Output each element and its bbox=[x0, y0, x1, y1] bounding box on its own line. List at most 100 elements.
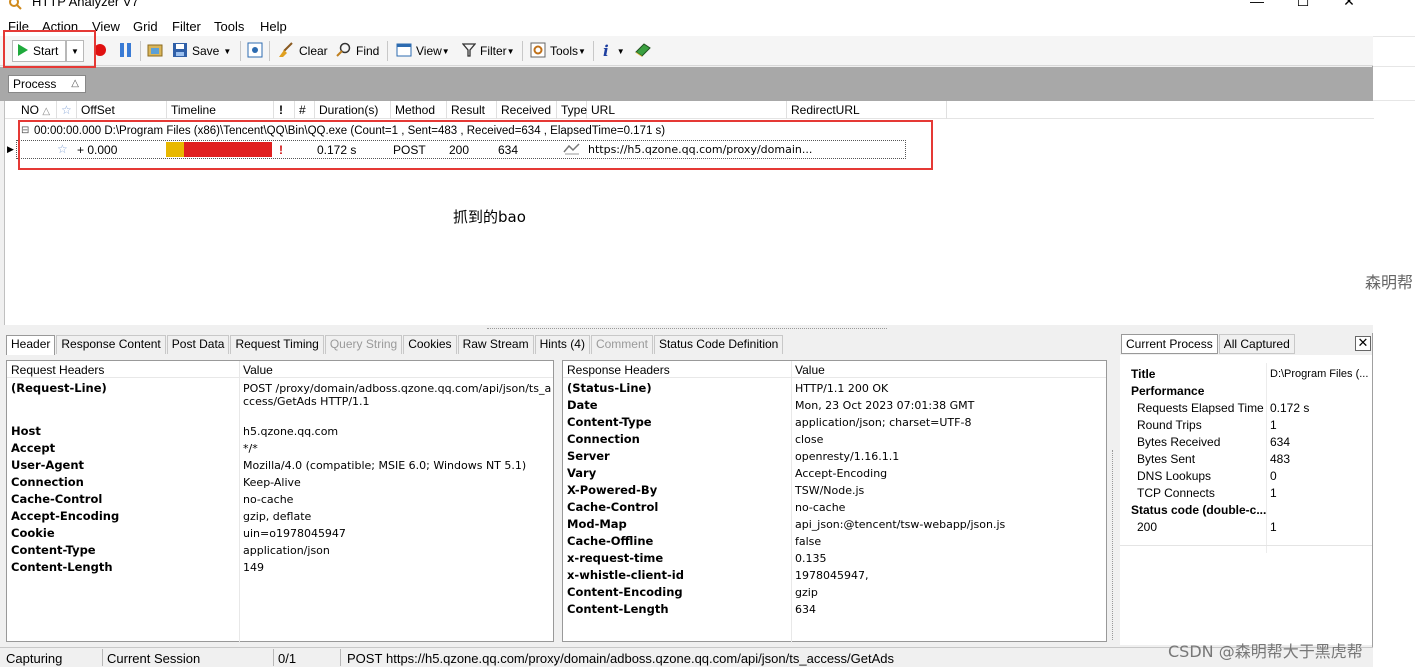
save-label: Save bbox=[192, 44, 220, 58]
menu-grid[interactable]: Grid bbox=[133, 19, 158, 34]
col-type[interactable]: Type bbox=[557, 101, 587, 119]
header-row[interactable]: Content-Length 634 bbox=[563, 601, 1106, 618]
summary-value: 0 bbox=[1270, 469, 1277, 483]
col-timeline[interactable]: Timeline bbox=[167, 101, 274, 119]
header-key: Host bbox=[11, 424, 41, 438]
col-result[interactable]: Result bbox=[447, 101, 497, 119]
clear-button[interactable]: Clear bbox=[277, 40, 328, 62]
col-received[interactable]: Received bbox=[497, 101, 557, 119]
summary-key: Bytes Received bbox=[1137, 435, 1221, 449]
header-row[interactable]: Content-Type application/json; charset=UT… bbox=[563, 414, 1106, 431]
header-key: x-request-time bbox=[567, 551, 664, 565]
header-row[interactable]: x-request-time 0.135 bbox=[563, 550, 1106, 567]
start-highlight-box bbox=[3, 30, 96, 68]
view-button[interactable]: View ▼ bbox=[396, 40, 450, 62]
summary-row[interactable]: DNS Lookups 0 bbox=[1137, 468, 1367, 485]
header-row[interactable]: Host h5.qzone.qq.com bbox=[7, 423, 553, 440]
header-row[interactable]: Cache-Offline false bbox=[563, 533, 1106, 550]
header-row[interactable]: x-whistle-client-id 1978045947, bbox=[563, 567, 1106, 584]
broom-icon bbox=[277, 41, 295, 61]
vertical-splitter[interactable] bbox=[1112, 450, 1114, 640]
header-value: close bbox=[795, 433, 824, 446]
maximize-button[interactable]: ☐ bbox=[1280, 0, 1326, 14]
help-book-button[interactable] bbox=[634, 40, 652, 62]
col-number[interactable]: # bbox=[295, 101, 315, 119]
summary-row[interactable]: TCP Connects 1 bbox=[1137, 485, 1367, 502]
header-row[interactable]: Content-Length 149 bbox=[7, 559, 553, 576]
col-url[interactable]: URL bbox=[587, 101, 787, 119]
tab-all-captured[interactable]: All Captured bbox=[1218, 334, 1295, 354]
tab-request-timing[interactable]: Request Timing bbox=[230, 335, 324, 354]
close-panel-button[interactable]: ✕ bbox=[1355, 336, 1371, 351]
summary-key: Bytes Sent bbox=[1137, 452, 1196, 466]
target-window-icon bbox=[247, 42, 263, 61]
col-star-icon[interactable]: ☆ bbox=[57, 101, 77, 119]
summary-row[interactable]: Bytes Sent 483 bbox=[1137, 451, 1367, 468]
tab-status-code-definition[interactable]: Status Code Definition bbox=[653, 335, 784, 354]
header-row[interactable]: Connection Keep-Alive bbox=[7, 474, 553, 491]
header-key: Connection bbox=[11, 475, 84, 489]
tab-hints[interactable]: Hints (4) bbox=[534, 335, 590, 354]
header-row[interactable]: Accept */* bbox=[7, 440, 553, 457]
col-method[interactable]: Method bbox=[391, 101, 447, 119]
menu-help[interactable]: Help bbox=[260, 19, 287, 34]
header-row[interactable]: Content-Type application/json bbox=[7, 542, 553, 559]
summary-row[interactable]: Bytes Received 634 bbox=[1137, 434, 1367, 451]
open-button[interactable] bbox=[147, 40, 163, 62]
menu-view[interactable]: View bbox=[92, 19, 120, 34]
tab-raw-stream[interactable]: Raw Stream bbox=[457, 335, 534, 354]
summary-row[interactable]: Round Trips 1 bbox=[1137, 417, 1367, 434]
header-row[interactable]: Server openresty/1.16.1.1 bbox=[563, 448, 1106, 465]
info-button[interactable]: i ▼ bbox=[603, 40, 625, 62]
minimize-button[interactable]: — bbox=[1234, 0, 1280, 14]
header-value: gzip, deflate bbox=[243, 510, 312, 523]
menu-bar: File Action View Grid Filter Tools Help bbox=[0, 14, 1373, 36]
header-key: Cookie bbox=[11, 526, 55, 540]
header-row[interactable]: Connection close bbox=[563, 431, 1106, 448]
filter-button[interactable]: Filter ▼ bbox=[461, 40, 515, 62]
header-row[interactable]: Content-Encoding gzip bbox=[563, 584, 1106, 601]
toolbar-separator bbox=[269, 41, 270, 61]
summary-row[interactable]: 200 1 bbox=[1137, 519, 1367, 536]
pause-button[interactable] bbox=[119, 40, 133, 62]
header-row[interactable]: Mod-Map api_json:@tencent/tsw-webapp/json… bbox=[563, 516, 1106, 533]
header-row[interactable]: X-Powered-By TSW/Node.js bbox=[563, 482, 1106, 499]
header-row[interactable]: Cookie uin=o1978045947 bbox=[7, 525, 553, 542]
menu-tools[interactable]: Tools bbox=[214, 19, 244, 34]
col-offset[interactable]: OffSet bbox=[77, 101, 167, 119]
header-row[interactable]: Accept-Encoding gzip, deflate bbox=[7, 508, 553, 525]
summary-key: Title bbox=[1131, 367, 1156, 381]
header-key: Vary bbox=[567, 466, 597, 480]
header-row[interactable]: (Status-Line) HTTP/1.1 200 OK bbox=[563, 380, 1106, 397]
summary-row[interactable]: Title D:\Program Files (... bbox=[1131, 366, 1368, 383]
tab-current-process[interactable]: Current Process bbox=[1121, 334, 1218, 354]
header-key: Server bbox=[567, 449, 610, 463]
summary-row[interactable]: Requests Elapsed Time 0.172 s bbox=[1137, 400, 1367, 417]
header-key: Content-Type bbox=[567, 415, 652, 429]
header-row[interactable]: Cache-Control no-cache bbox=[563, 499, 1106, 516]
col-redirect-url[interactable]: RedirectURL bbox=[787, 101, 947, 119]
tools-button[interactable]: Tools ▼ bbox=[530, 40, 586, 62]
capture-settings-button[interactable] bbox=[247, 40, 263, 62]
header-key: Content-Length bbox=[567, 602, 669, 616]
tab-comment[interactable]: Comment bbox=[590, 335, 653, 354]
save-button[interactable]: Save ▼ bbox=[172, 40, 231, 62]
close-window-button[interactable]: ✕ bbox=[1326, 0, 1372, 14]
header-row[interactable]: (Request-Line) POST /proxy/domain/adboss… bbox=[7, 380, 553, 422]
find-button[interactable]: Find bbox=[336, 40, 379, 62]
tab-header[interactable]: Header bbox=[6, 335, 56, 355]
col-duration[interactable]: Duration(s) bbox=[315, 101, 391, 119]
header-row[interactable]: User-Agent Mozilla/4.0 (compatible; MSIE … bbox=[7, 457, 553, 474]
header-row[interactable]: Date Mon, 23 Oct 2023 07:01:38 GMT bbox=[563, 397, 1106, 414]
tab-response-content[interactable]: Response Content bbox=[56, 335, 166, 354]
group-by-process-chip[interactable]: Process △ bbox=[8, 75, 86, 93]
header-row[interactable]: Cache-Control no-cache bbox=[7, 491, 553, 508]
tab-post-data[interactable]: Post Data bbox=[166, 335, 230, 354]
col-flag[interactable]: ! bbox=[275, 101, 295, 119]
col-no[interactable]: NO △ bbox=[17, 101, 57, 119]
tab-query-string[interactable]: Query String bbox=[324, 335, 403, 354]
summary-divider bbox=[1120, 545, 1372, 546]
menu-filter[interactable]: Filter bbox=[172, 19, 201, 34]
header-row[interactable]: Vary Accept-Encoding bbox=[563, 465, 1106, 482]
tab-cookies[interactable]: Cookies bbox=[403, 335, 457, 354]
